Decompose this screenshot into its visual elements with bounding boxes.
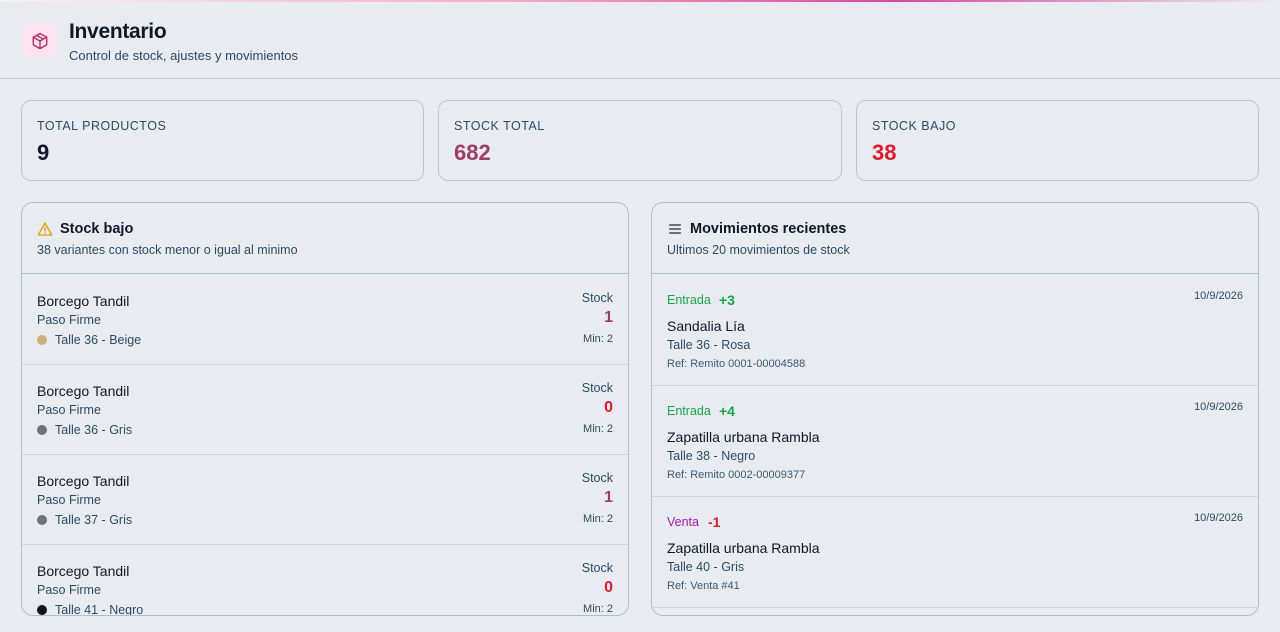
stock-min: Min: 2 xyxy=(583,513,613,525)
variant-label: Talle 37 - Gris xyxy=(55,513,133,527)
product-name: Borcego Tandil xyxy=(37,563,130,579)
product-name: Borcego Tandil xyxy=(37,293,130,309)
stat-value: 682 xyxy=(454,140,491,165)
movement-product: Zapatilla urbana Rambla xyxy=(667,429,820,445)
stock-label: Stock xyxy=(581,471,613,485)
movement-row[interactable]: Entrada +4 10/9/2026 Zapatilla urbana Ra… xyxy=(652,386,1258,497)
movement-qty: +4 xyxy=(719,403,735,419)
panel-title: Movimientos recientes xyxy=(690,221,847,237)
page-header: Inventario Control de stock, ajustes y m… xyxy=(0,2,1280,79)
stock-min: Min: 2 xyxy=(583,423,613,435)
page-title: Inventario xyxy=(69,20,167,43)
panel-header: Stock bajo 38 variantes con stock menor … xyxy=(22,203,628,274)
product-variant: Talle 41 - Negro xyxy=(37,603,144,616)
low-stock-row[interactable]: Borcego Tandil Paso Firme Talle 37 - Gri… xyxy=(22,455,628,545)
stat-card-low-stock: STOCK BAJO 38 xyxy=(856,100,1259,181)
stock-min: Min: 2 xyxy=(583,603,613,615)
product-brand: Paso Firme xyxy=(37,313,101,327)
movement-qty: -1 xyxy=(708,514,721,530)
panel-subtitle: 38 variantes con stock menor o igual al … xyxy=(37,243,298,257)
movement-ref: Ref: Remito 0002-00009377 xyxy=(667,469,806,481)
stock-value: 1 xyxy=(604,309,613,326)
movement-row[interactable]: Venta -1 10/9/2026 Zapatilla urbana Ramb… xyxy=(652,497,1258,608)
stat-value: 38 xyxy=(872,140,897,165)
low-stock-row[interactable]: Borcego Tandil Paso Firme Talle 36 - Bei… xyxy=(22,275,628,365)
stat-value: 9 xyxy=(37,140,50,165)
movement-type: Venta xyxy=(667,515,699,529)
stat-label: STOCK TOTAL xyxy=(454,119,545,133)
variant-label: Talle 41 - Negro xyxy=(55,603,144,616)
movement-product: Sandalia Lía xyxy=(667,318,745,334)
stock-label: Stock xyxy=(581,561,613,575)
product-brand: Paso Firme xyxy=(37,403,101,417)
stock-value: 0 xyxy=(604,579,613,596)
color-swatch xyxy=(37,335,47,345)
color-swatch xyxy=(37,515,47,525)
stock-min: Min: 2 xyxy=(583,333,613,345)
stock-label: Stock xyxy=(581,291,613,305)
movement-variant: Talle 36 - Rosa xyxy=(667,338,751,352)
movement-variant: Talle 40 - Gris xyxy=(667,560,745,574)
product-brand: Paso Firme xyxy=(37,583,101,597)
low-stock-row[interactable]: Borcego Tandil Paso Firme Talle 41 - Neg… xyxy=(22,545,628,616)
product-variant: Talle 36 - Beige xyxy=(37,333,141,347)
panel-title: Stock bajo xyxy=(60,221,134,237)
stat-card-total-products: TOTAL PRODUCTOS 9 xyxy=(21,100,424,181)
panel-subtitle: Ultimos 20 movimientos de stock xyxy=(667,243,850,257)
movement-date: 10/9/2026 xyxy=(1194,290,1243,302)
color-swatch xyxy=(37,605,47,615)
page-subtitle: Control de stock, ajustes y movimientos xyxy=(69,48,299,63)
low-stock-row[interactable]: Borcego Tandil Paso Firme Talle 36 - Gri… xyxy=(22,365,628,455)
movement-row[interactable]: Entrada +3 10/9/2026 Sandalia Lía Talle … xyxy=(652,275,1258,386)
movement-date: 10/9/2026 xyxy=(1194,512,1243,524)
stock-label: Stock xyxy=(581,381,613,395)
package-icon xyxy=(22,23,57,58)
stock-value: 0 xyxy=(604,399,613,416)
variant-label: Talle 36 - Gris xyxy=(55,423,133,437)
list-icon xyxy=(667,221,683,242)
movement-type: Entrada xyxy=(667,293,711,307)
warning-icon xyxy=(37,221,53,242)
variant-label: Talle 36 - Beige xyxy=(55,333,142,347)
product-brand: Paso Firme xyxy=(37,493,101,507)
movement-qty: +3 xyxy=(719,292,735,308)
movement-date: 10/9/2026 xyxy=(1194,401,1243,413)
movement-type: Entrada xyxy=(667,404,711,418)
movement-ref: Ref: Remito 0001-00004588 xyxy=(667,358,806,370)
stat-label: STOCK BAJO xyxy=(872,119,956,133)
stock-value: 1 xyxy=(604,489,613,506)
color-swatch xyxy=(37,425,47,435)
product-variant: Talle 37 - Gris xyxy=(37,513,132,527)
product-name: Borcego Tandil xyxy=(37,473,130,489)
movement-product: Zapatilla urbana Rambla xyxy=(667,540,820,556)
movement-ref: Ref: Venta #41 xyxy=(667,580,740,592)
stat-label: TOTAL PRODUCTOS xyxy=(37,119,167,133)
panel-header: Movimientos recientes Ultimos 20 movimie… xyxy=(652,203,1258,274)
movement-variant: Talle 38 - Negro xyxy=(667,449,756,463)
product-variant: Talle 36 - Gris xyxy=(37,423,132,437)
movements-panel: Movimientos recientes Ultimos 20 movimie… xyxy=(651,202,1259,616)
stat-card-total-stock: STOCK TOTAL 682 xyxy=(438,100,842,181)
low-stock-panel: Stock bajo 38 variantes con stock menor … xyxy=(21,202,629,616)
product-name: Borcego Tandil xyxy=(37,383,130,399)
